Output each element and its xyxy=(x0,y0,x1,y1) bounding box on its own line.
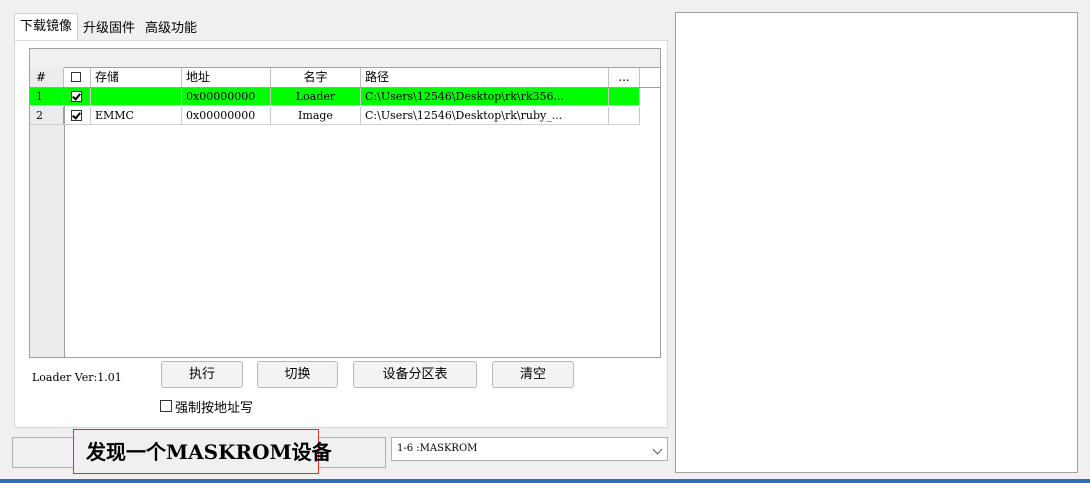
header-path[interactable]: 路径 xyxy=(361,68,609,87)
switch-button[interactable]: 切换 xyxy=(257,361,338,388)
header-address[interactable]: 地址 xyxy=(182,68,271,87)
grid-header-row: # 存储 地址 名字 路径 ... xyxy=(30,68,660,88)
device-partition-table-button[interactable]: 设备分区表 xyxy=(353,361,477,388)
checkbox-checked-icon xyxy=(71,110,82,121)
force-write-by-address-option[interactable]: 强制按地址写 xyxy=(160,397,254,416)
status-message: 发现一个MASKROM设备 xyxy=(73,429,332,474)
row-number: 1 xyxy=(30,88,64,106)
row-checkbox[interactable] xyxy=(64,107,91,125)
row-name[interactable]: Image xyxy=(271,107,361,125)
device-select-value: 1-6 :MASKROM xyxy=(397,443,478,454)
row-checkbox[interactable] xyxy=(64,88,91,106)
grid-top-bar xyxy=(30,49,660,68)
row-path[interactable]: C:\Users\12546\Desktop\rk\ruby_... xyxy=(361,107,609,125)
row-storage[interactable] xyxy=(91,88,182,106)
tab-download-image[interactable]: 下载镜像 xyxy=(14,13,79,40)
table-row[interactable]: 1 0x00000000 Loader C:\Users\12546\Deskt… xyxy=(30,88,660,106)
checkbox-checked-icon xyxy=(71,91,82,102)
row-storage[interactable]: EMMC xyxy=(91,107,182,125)
tab-upgrade-firmware[interactable]: 升级固件 xyxy=(78,18,140,40)
row-name[interactable]: Loader xyxy=(271,88,361,106)
header-name[interactable]: 名字 xyxy=(271,68,361,87)
execute-button[interactable]: 执行 xyxy=(161,361,243,388)
row-address[interactable]: 0x00000000 xyxy=(182,88,271,106)
force-write-checkbox[interactable] xyxy=(160,400,172,412)
row-address[interactable]: 0x00000000 xyxy=(182,107,271,125)
header-more[interactable]: ... xyxy=(609,68,640,87)
header-num: # xyxy=(30,68,64,87)
row-browse[interactable] xyxy=(609,88,640,106)
loader-version-label: Loader Ver:1.01 xyxy=(32,371,122,384)
device-select[interactable]: 1-6 :MASKROM xyxy=(391,437,668,461)
tab-bar: 下载镜像 升级固件 高级功能 xyxy=(14,12,202,40)
header-storage[interactable]: 存储 xyxy=(91,68,182,87)
table-row[interactable]: 2 EMMC 0x00000000 Image C:\Users\12546\D… xyxy=(30,107,660,125)
tab-advanced-functions[interactable]: 高级功能 xyxy=(140,18,202,40)
row-path[interactable]: C:\Users\12546\Desktop\rk\rk356... xyxy=(361,88,609,106)
image-list-grid[interactable]: # 存储 地址 名字 路径 ... 1 0x00000000 Loader C:… xyxy=(29,48,661,358)
force-write-label: 强制按地址写 xyxy=(175,400,254,416)
select-all-checkbox-icon xyxy=(71,72,81,82)
row-number: 2 xyxy=(30,107,64,125)
clear-button[interactable]: 清空 xyxy=(492,361,574,388)
window-bottom-edge xyxy=(0,479,1090,483)
header-select-all[interactable] xyxy=(64,68,91,87)
log-output-panel[interactable] xyxy=(675,12,1078,473)
row-browse[interactable] xyxy=(609,107,640,125)
chevron-down-icon[interactable] xyxy=(652,444,663,455)
